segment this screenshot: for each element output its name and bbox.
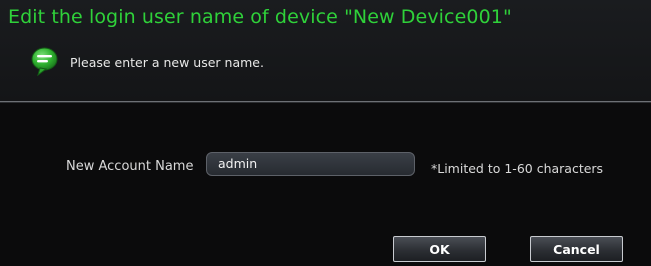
dialog-title: Edit the login user name of device "New … — [8, 6, 512, 28]
account-name-label: New Account Name — [66, 159, 194, 174]
ok-button[interactable]: OK — [393, 236, 486, 262]
dialog-header: Edit the login user name of device "New … — [0, 0, 651, 101]
hint-text: Please enter a new user name. — [70, 55, 264, 70]
edit-user-name-dialog: Edit the login user name of device "New … — [0, 0, 651, 266]
account-name-input[interactable] — [206, 152, 415, 176]
character-limit-note: *Limited to 1-60 characters — [431, 161, 604, 176]
divider — [0, 101, 651, 103]
cancel-button[interactable]: Cancel — [530, 236, 623, 262]
chat-bubble-icon — [31, 47, 58, 77]
